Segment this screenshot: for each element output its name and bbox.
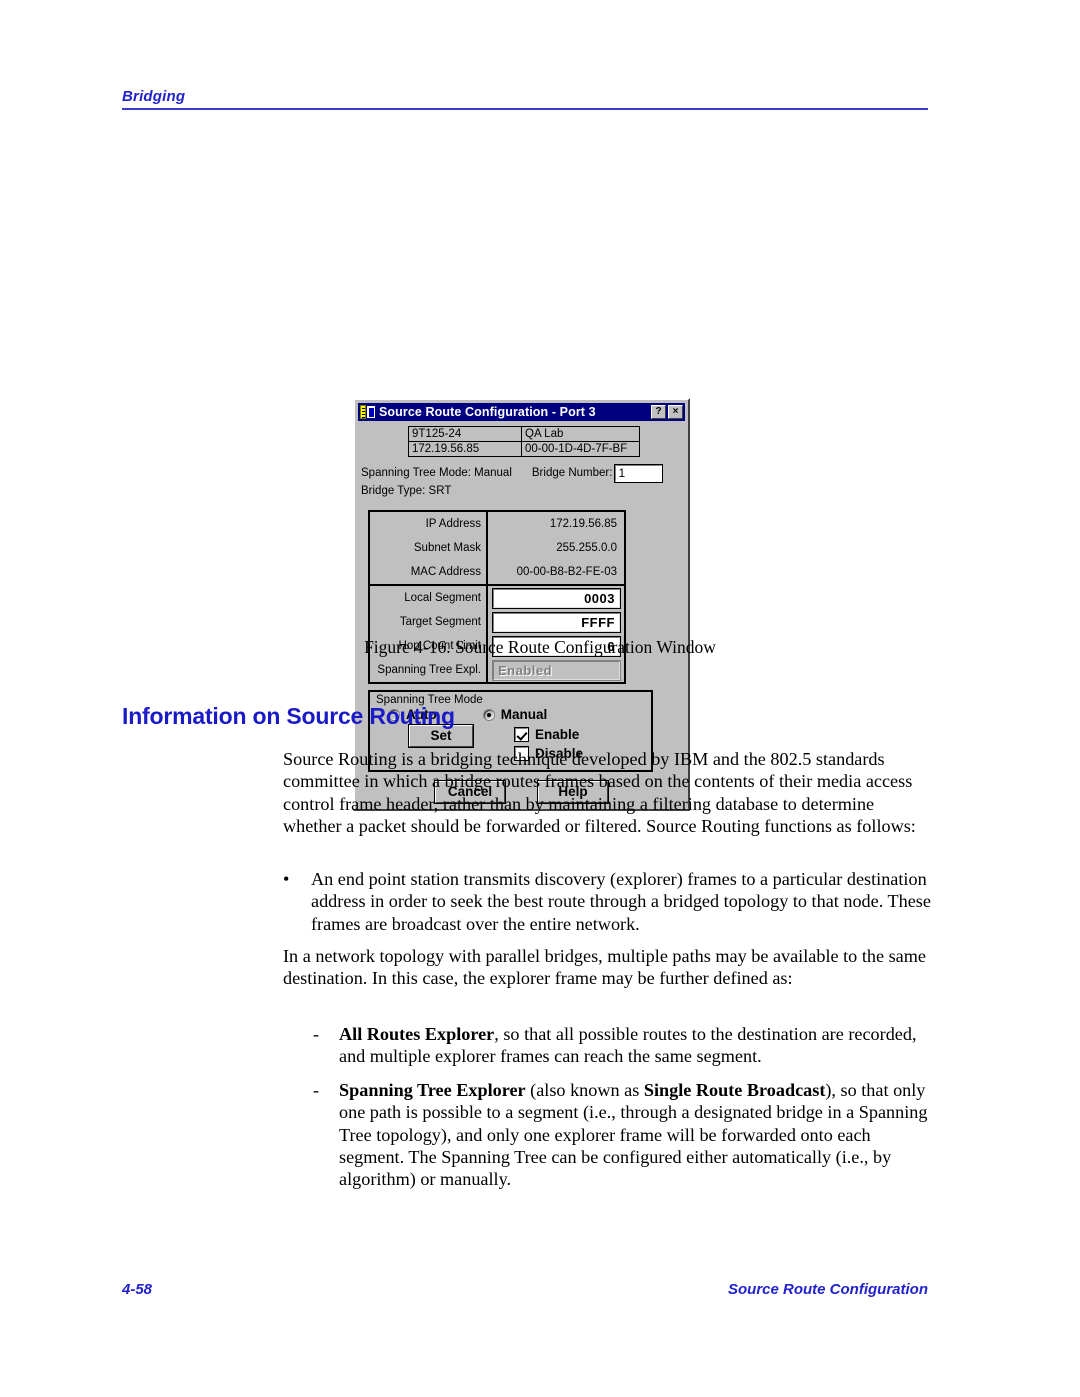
single-route-broadcast-term: Single Route Broadcast [643,1080,826,1100]
header-rule [122,108,928,110]
subnet-mask-value: 255.255.0.0 [556,542,617,554]
radio-manual-icon[interactable] [482,708,495,721]
device-location-cell: QA Lab [521,426,640,442]
spanning-tree-mode-summary-label: Spanning Tree Mode: Manual [361,467,512,479]
list-item-text: Spanning Tree Explorer (also known as Si… [339,1079,933,1190]
mac-address-label: MAC Address [370,560,488,584]
all-routes-explorer-term: All Routes Explorer [339,1024,495,1044]
page-footer: 4-58 Source Route Configuration [122,1281,928,1298]
bridge-type-label: Bridge Type: SRT [361,485,452,497]
list-item: - All Routes Explorer, so that all possi… [313,1023,933,1068]
target-segment-input[interactable]: FFFF [492,611,621,633]
source-route-app-icon [360,405,376,419]
paragraph-intro: Source Routing is a bridging technique d… [283,749,916,836]
footer-page-number: 4-58 [122,1281,153,1298]
radio-manual-label: Manual [500,707,548,722]
readonly-section: IP Address 172.19.56.85 Subnet Mask 255.… [370,512,624,586]
list-item: • An end point station transmits discove… [283,868,933,935]
device-info-table: 9T125-24 QA Lab 172.19.56.85 00-00-1D-4D… [408,426,640,457]
bridge-number-input[interactable]: 1 [614,463,664,483]
mac-address-value: 00-00-B8-B2-FE-03 [516,566,617,578]
paragraph-parallel-bridges: In a network topology with parallel brid… [283,946,926,989]
bridge-number-label: Bridge Number: [531,467,613,479]
table-row: Local Segment 0003 [370,586,624,610]
table-row: Spanning Tree Expl. Enabled [370,658,624,682]
figure-caption: Figure 4-16. Source Route Configuration … [364,637,716,657]
subnet-mask-label: Subnet Mask [370,536,488,560]
local-segment-label: Local Segment [370,586,488,610]
spanning-tree-explorer-label: Spanning Tree Expl. [370,658,488,682]
spanning-tree-explorer-mid: (also known as [525,1080,644,1100]
list-item-text: All Routes Explorer, so that all possibl… [339,1023,933,1068]
dialog-title: Source Route Configuration - Port 3 [379,405,596,419]
page-header: Bridging [122,88,928,110]
device-mac-cell: 00-00-1D-4D-7F-BF [521,441,640,457]
editable-section: Local Segment 0003 Target Segment FFFF H… [370,586,624,682]
bullet-marker: • [283,869,290,889]
table-row: 9T125-24 QA Lab [408,426,640,442]
dash-marker: - [313,1024,320,1044]
checkbox-enable[interactable]: Enable [514,725,583,744]
list-item-text: An end point station transmits discovery… [311,869,931,934]
footer-section-label: Source Route Configuration [728,1281,928,1298]
dash-marker: - [313,1080,320,1100]
page-heading: Information on Source Routing [122,703,455,729]
target-segment-label: Target Segment [370,610,488,634]
table-row: 172.19.56.85 00-00-1D-4D-7F-BF [408,441,640,457]
table-row: Subnet Mask 255.255.0.0 [370,536,624,560]
checkbox-enable-icon[interactable] [514,727,529,742]
ip-address-value: 172.19.56.85 [549,518,617,530]
local-segment-input[interactable]: 0003 [492,587,621,609]
close-icon[interactable]: × [668,405,683,419]
dialog-titlebar[interactable]: Source Route Configuration - Port 3 ? × [358,403,685,421]
header-chapter-label: Bridging [122,88,186,105]
table-row: IP Address 172.19.56.85 [370,512,624,536]
table-row: Target Segment FFFF [370,610,624,634]
spanning-tree-explorer-term: Spanning Tree Explorer [339,1080,526,1100]
list-item: - Spanning Tree Explorer (also known as … [313,1079,933,1190]
spanning-tree-explorer-value: Enabled [492,659,621,681]
mode-summary-block: Spanning Tree Mode: Manual Bridge Number… [361,463,685,500]
checkbox-enable-label: Enable [535,727,580,742]
table-row: MAC Address 00-00-B8-B2-FE-03 [370,560,624,584]
ip-address-label: IP Address [370,512,488,536]
device-ip-cell: 172.19.56.85 [408,441,522,457]
help-titlebar-button[interactable]: ? [651,405,666,419]
device-model-cell: 9T125-24 [408,426,522,442]
radio-manual[interactable]: Manual [482,707,548,722]
